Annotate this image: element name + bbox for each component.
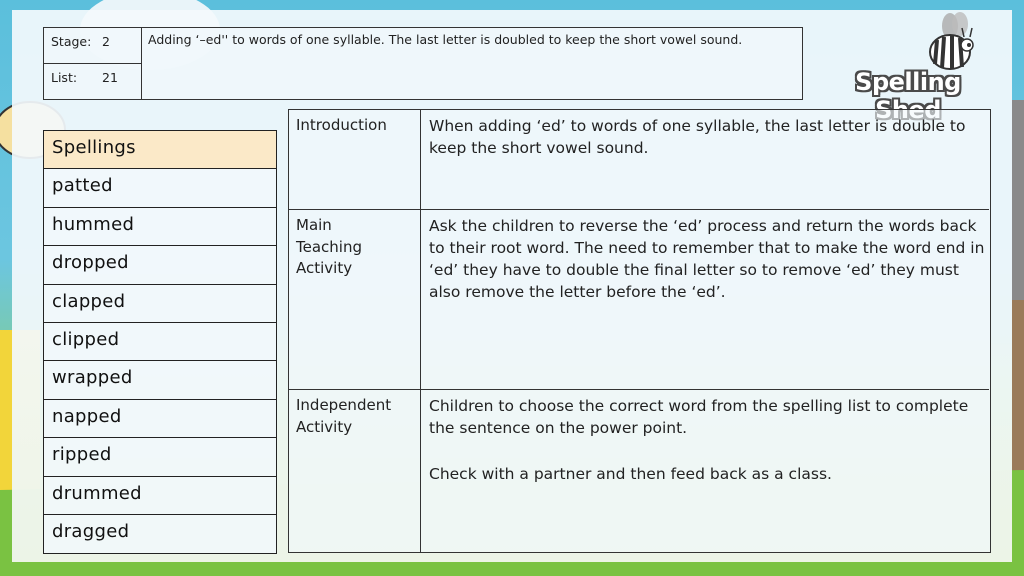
spelling-word: napped	[44, 400, 276, 439]
spelling-word: patted	[44, 169, 276, 208]
spelling-word: ripped	[44, 438, 276, 477]
shed-door-shape	[1012, 300, 1024, 480]
stage-list-cell: Stage: 2 List: 21	[44, 28, 142, 99]
list-cell: List: 21	[44, 64, 141, 99]
plan-paragraph: Children to choose the correct word from…	[429, 397, 969, 437]
plan-paragraph: When adding ‘ed’ to words of one syllabl…	[429, 117, 966, 157]
spelling-word: hummed	[44, 208, 276, 247]
stage-label: Stage:	[51, 34, 92, 49]
plan-row-body: When adding ‘ed’ to words of one syllabl…	[421, 110, 989, 209]
plan-row-main-teaching: Main Teaching Activity Ask the children …	[289, 210, 989, 390]
spelling-word: wrapped	[44, 361, 276, 400]
list-value: 21	[102, 70, 118, 85]
lesson-header-table: Stage: 2 List: 21 Adding ‘–ed'' to words…	[43, 27, 803, 100]
plan-row-independent: Independent Activity Children to choose …	[289, 390, 989, 552]
spelling-word: clapped	[44, 285, 276, 323]
spelling-word: clipped	[44, 323, 276, 362]
stage-cell: Stage: 2	[44, 28, 141, 64]
spellings-list: Spellings patted hummed dropped clapped …	[43, 130, 277, 555]
spellings-header: Spellings	[44, 131, 276, 170]
plan-row-body: Children to choose the correct word from…	[421, 390, 989, 552]
stage-value: 2	[102, 34, 110, 49]
lesson-plan-table: Introduction When adding ‘ed’ to words o…	[288, 109, 991, 553]
spelling-word: drummed	[44, 477, 276, 515]
plan-row-label: Introduction	[289, 110, 421, 209]
rule-description: Adding ‘–ed'' to words of one syllable. …	[148, 32, 743, 47]
spelling-shed-logo: Spelling Shed	[822, 12, 994, 124]
spelling-word: dragged	[52, 520, 130, 542]
plan-row-introduction: Introduction When adding ‘ed’ to words o…	[289, 110, 989, 210]
plan-row-label: Main Teaching Activity	[289, 210, 421, 389]
list-label: List:	[51, 70, 78, 85]
bee-icon	[929, 12, 974, 70]
plan-paragraph: Check with a partner and then feed back …	[429, 465, 832, 483]
plan-row-body: Ask the children to reverse the ‘ed’ pro…	[421, 210, 989, 389]
spelling-word: dropped	[44, 246, 276, 285]
plan-paragraph: Ask the children to reverse the ‘ed’ pro…	[429, 217, 985, 301]
plan-row-label: Independent Activity	[289, 390, 421, 552]
